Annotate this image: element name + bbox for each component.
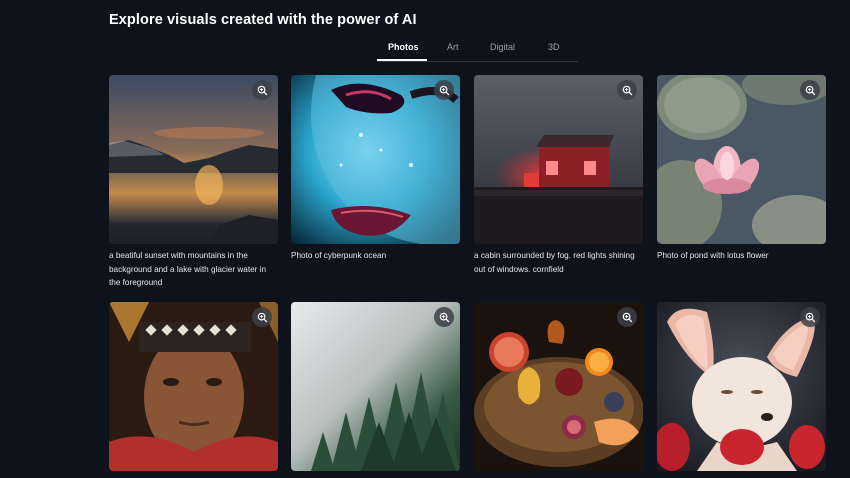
gallery-image-cyberpunk[interactable] (291, 75, 460, 244)
zoom-in-icon (257, 312, 267, 322)
active-tab-indicator (377, 59, 427, 61)
zoom-in-icon (805, 85, 815, 95)
page: Explore visuals created with the power o… (0, 0, 850, 478)
tab-3d[interactable]: 3D (548, 42, 560, 52)
gallery-image-portrait[interactable] (109, 302, 278, 471)
zoom-in-button[interactable] (617, 80, 637, 100)
cyberpunk-face-image (291, 75, 460, 244)
zoom-in-icon (805, 312, 815, 322)
zoom-in-button[interactable] (252, 80, 272, 100)
zoom-in-icon (622, 312, 632, 322)
page-title: Explore visuals created with the power o… (109, 12, 417, 28)
foggy-forest-image (291, 302, 460, 471)
lotus-pond-image (657, 75, 826, 244)
gallery-card-portrait[interactable] (109, 302, 278, 471)
gallery-card-cabin[interactable]: a cabin surrounded by fog. red lights sh… (474, 75, 643, 276)
fruit-platter-image (474, 302, 643, 471)
tab-art[interactable]: Art (447, 42, 459, 52)
tab-photos[interactable]: Photos (388, 42, 419, 52)
gallery-image-fruit[interactable] (474, 302, 643, 471)
image-caption: Photo of pond with lotus flower (657, 251, 769, 260)
zoom-in-icon (439, 85, 449, 95)
zoom-in-button[interactable] (800, 80, 820, 100)
gallery-card-cyberpunk[interactable]: Photo of cyberpunk ocean (291, 75, 460, 263)
gallery-image-forest[interactable] (291, 302, 460, 471)
fennec-fox-image (657, 302, 826, 471)
gallery-image-lotus[interactable] (657, 75, 826, 244)
image-caption: a beatiful sunset with mountains in the … (109, 251, 267, 287)
image-caption: a cabin surrounded by fog. red lights sh… (474, 251, 635, 274)
gallery-card-sunset[interactable]: a beatiful sunset with mountains in the … (109, 75, 278, 290)
zoom-in-button[interactable] (434, 80, 454, 100)
zoom-in-icon (257, 85, 267, 95)
category-tabs: Photos Art Digital 3D (377, 38, 578, 62)
zoom-in-button[interactable] (434, 307, 454, 327)
zoom-in-icon (439, 312, 449, 322)
zoom-in-icon (622, 85, 632, 95)
zoom-in-button[interactable] (617, 307, 637, 327)
gallery-card-fox[interactable] (657, 302, 826, 471)
tab-digital[interactable]: Digital (490, 42, 515, 52)
zoom-in-button[interactable] (252, 307, 272, 327)
tribal-portrait-image (109, 302, 278, 471)
image-caption: Photo of cyberpunk ocean (291, 251, 387, 260)
zoom-in-button[interactable] (800, 307, 820, 327)
foggy-cabin-image (474, 75, 643, 244)
gallery-card-forest[interactable] (291, 302, 460, 471)
gallery-image-fox[interactable] (657, 302, 826, 471)
gallery-image-cabin[interactable] (474, 75, 643, 244)
gallery-card-fruit[interactable] (474, 302, 643, 471)
gallery-image-sunset[interactable] (109, 75, 278, 244)
sunset-lake-image (109, 75, 278, 244)
gallery-card-lotus[interactable]: Photo of pond with lotus flower (657, 75, 826, 263)
